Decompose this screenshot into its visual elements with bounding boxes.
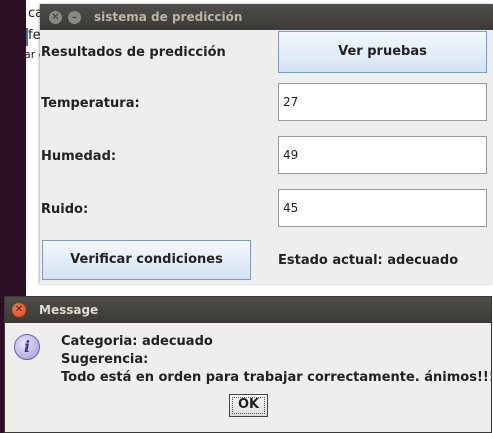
main-window: ✕ – sistema de predicción Resultados de … [40, 4, 493, 284]
humidity-field[interactable]: 49 [278, 136, 487, 174]
main-titlebar[interactable]: ✕ – sistema de predicción [40, 4, 493, 30]
status-text: Estado actual: adecuado [278, 253, 459, 268]
temperature-label: Temperatura: [41, 96, 140, 111]
suggestion-text: Todo está en orden para trabajar correct… [61, 370, 492, 385]
dialog-title: Message [39, 303, 99, 317]
verify-conditions-button[interactable]: Verificar condiciones [42, 240, 251, 280]
noise-field[interactable]: 45 [278, 189, 487, 227]
view-tests-button[interactable]: Ver pruebas [278, 31, 487, 73]
humidity-label: Humedad: [41, 149, 117, 164]
close-icon[interactable]: ✕ [49, 11, 62, 24]
category-text: Categoria: adecuado [61, 334, 213, 349]
ok-button[interactable]: OK [229, 394, 268, 417]
noise-label: Ruido: [41, 202, 89, 217]
minimize-icon[interactable]: – [68, 11, 81, 24]
close-icon[interactable]: ✕ [12, 303, 26, 317]
temperature-field[interactable]: 27 [278, 83, 487, 121]
results-label: Resultados de predicción [41, 45, 226, 60]
suggestion-label: Sugerencia: [61, 352, 149, 367]
info-icon: i [14, 334, 40, 360]
dialog-titlebar[interactable]: ✕ Message [5, 297, 491, 323]
background-text: fe [28, 28, 41, 43]
window-title: sistema de predicción [94, 10, 243, 24]
message-dialog: ✕ Message i Categoria: adecuado Sugerenc… [4, 296, 492, 433]
